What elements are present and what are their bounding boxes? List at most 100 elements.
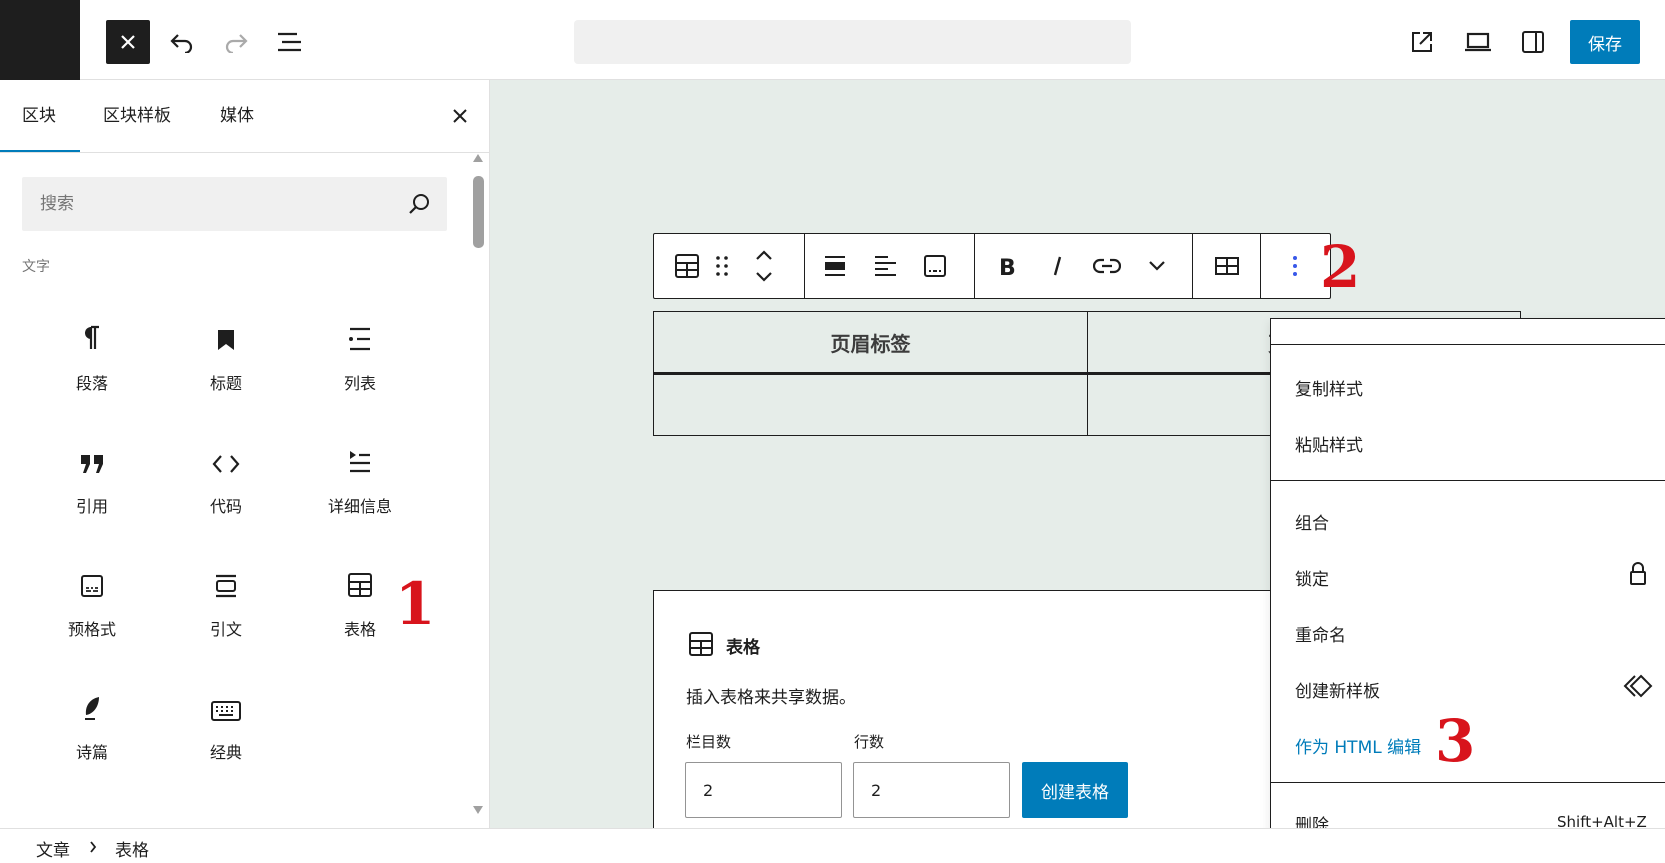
text-align-button[interactable] <box>862 234 908 298</box>
table-header-cell[interactable]: 页眉标签 <box>654 312 1088 372</box>
table-icon <box>675 254 699 278</box>
more-formatting-button[interactable] <box>1134 234 1180 298</box>
placeholder-instructions: 插入表格来共享数据。 <box>686 688 856 708</box>
details-icon <box>347 435 373 475</box>
tabs-divider <box>0 152 489 153</box>
symbol-icon <box>1623 674 1653 698</box>
toolbar-separator <box>1192 234 1193 298</box>
create-table-button[interactable]: 创建表格 <box>1022 762 1128 818</box>
block-label: 标题 <box>209 374 242 393</box>
block-options-menu: 复制样式 粘贴样式 组合 锁定 重命名 创建新样板 作为 HTML 编辑 删除 … <box>1270 318 1665 863</box>
site-logo[interactable] <box>0 0 80 80</box>
block-code[interactable]: 代码 <box>156 423 296 533</box>
close-panel-button[interactable] <box>440 96 480 136</box>
chevron-down-icon <box>1149 261 1165 271</box>
device-preview-button[interactable] <box>1456 20 1500 64</box>
menu-item-copy-styles[interactable]: 复制样式 <box>1295 375 1363 400</box>
columns-input[interactable] <box>685 762 842 818</box>
block-paragraph[interactable]: 段落 <box>22 300 162 410</box>
sidebar-icon <box>1522 31 1544 53</box>
italic-button[interactable] <box>1034 234 1080 298</box>
external-link-icon <box>1412 32 1432 52</box>
block-verse[interactable]: 诗篇 <box>22 669 162 779</box>
block-heading[interactable]: 标题 <box>156 300 296 410</box>
menu-item-paste-styles[interactable]: 粘贴样式 <box>1295 431 1363 456</box>
block-list[interactable]: 列表 <box>290 300 430 410</box>
drag-handle[interactable] <box>702 234 742 298</box>
breadcrumb-item[interactable]: 表格 <box>115 836 149 861</box>
scrollbar[interactable] <box>470 150 486 818</box>
document-overview-button[interactable] <box>268 20 312 64</box>
menu-item-edit-as-html[interactable]: 作为 HTML 编辑 <box>1295 733 1421 758</box>
align-wide-icon <box>825 256 845 276</box>
breadcrumb-item[interactable]: 文章 <box>36 836 70 861</box>
annotation-number: 3 <box>1435 707 1476 775</box>
table-icon <box>347 558 373 598</box>
menu-item-group[interactable]: 组合 <box>1295 509 1329 534</box>
block-label: 经典 <box>209 743 242 762</box>
block-label: 详细信息 <box>327 497 392 516</box>
list-icon <box>347 312 373 352</box>
caption-button[interactable] <box>912 234 958 298</box>
pullquote-icon <box>213 558 239 598</box>
search-icon[interactable] <box>407 192 431 216</box>
chevron-right-icon <box>89 841 97 853</box>
block-label: 代码 <box>209 497 242 516</box>
menu-separator <box>1271 344 1665 345</box>
annotation-number: 2 <box>1320 233 1361 301</box>
close-icon <box>453 109 467 123</box>
classic-icon <box>211 681 241 721</box>
redo-button[interactable] <box>214 20 258 64</box>
bold-icon: B <box>999 256 1016 278</box>
save-button[interactable]: 保存 <box>1570 20 1640 64</box>
close-icon <box>121 35 135 49</box>
toolbar-separator <box>804 234 805 298</box>
move-up-down-buttons[interactable] <box>744 234 784 298</box>
block-quote[interactable]: 引用 <box>22 423 162 533</box>
block-label: 列表 <box>343 374 376 393</box>
annotation-number: 1 <box>395 570 436 638</box>
block-label: 诗篇 <box>75 743 108 762</box>
bold-button[interactable]: B <box>984 234 1030 298</box>
breadcrumb: 文章 表格 <box>0 828 1665 863</box>
menu-item-create-pattern[interactable]: 创建新样板 <box>1295 677 1380 702</box>
quote-icon <box>79 435 105 475</box>
table-cell[interactable] <box>654 375 1088 435</box>
menu-separator <box>1271 480 1665 481</box>
view-post-button[interactable] <box>1400 20 1444 64</box>
block-label: 表格 <box>343 620 376 639</box>
list-view-icon <box>278 32 301 52</box>
menu-item-rename[interactable]: 重命名 <box>1295 621 1346 646</box>
settings-sidebar-button[interactable] <box>1511 20 1555 64</box>
search-input[interactable] <box>22 177 392 231</box>
block-details[interactable]: 详细信息 <box>290 423 430 533</box>
block-inserter-panel: 区块 区块样板 媒体 文字 段落 标题 列表 引用 <box>0 80 490 828</box>
tab-blocks[interactable]: 区块 <box>22 80 56 152</box>
menu-separator <box>1271 782 1665 783</box>
block-classic[interactable]: 经典 <box>156 669 296 779</box>
document-title-bar[interactable] <box>574 20 1131 64</box>
menu-item-lock[interactable]: 锁定 <box>1295 565 1329 590</box>
top-toolbar: 保存 <box>0 0 1665 80</box>
link-icon <box>1093 258 1121 274</box>
align-button[interactable] <box>812 234 858 298</box>
link-button[interactable] <box>1084 234 1130 298</box>
edit-table-button[interactable] <box>1204 234 1250 298</box>
close-inserter-button[interactable] <box>106 20 150 64</box>
tab-patterns[interactable]: 区块样板 <box>103 80 171 152</box>
block-label: 段落 <box>75 374 108 393</box>
category-label: 文字 <box>22 259 50 275</box>
code-icon <box>211 435 241 475</box>
rows-input[interactable] <box>853 762 1010 818</box>
scrollbar-thumb[interactable] <box>473 176 484 248</box>
placeholder-title: 表格 <box>726 638 760 658</box>
tab-media[interactable]: 媒体 <box>220 80 254 152</box>
options-button[interactable] <box>1272 234 1318 298</box>
undo-button[interactable] <box>160 20 204 64</box>
block-label: 预格式 <box>67 620 116 639</box>
block-pullquote[interactable]: 引文 <box>156 546 296 656</box>
block-label: 引用 <box>75 497 108 516</box>
block-preformatted[interactable]: 预格式 <box>22 546 162 656</box>
more-vertical-icon <box>1293 256 1297 276</box>
drag-icon <box>716 256 728 276</box>
